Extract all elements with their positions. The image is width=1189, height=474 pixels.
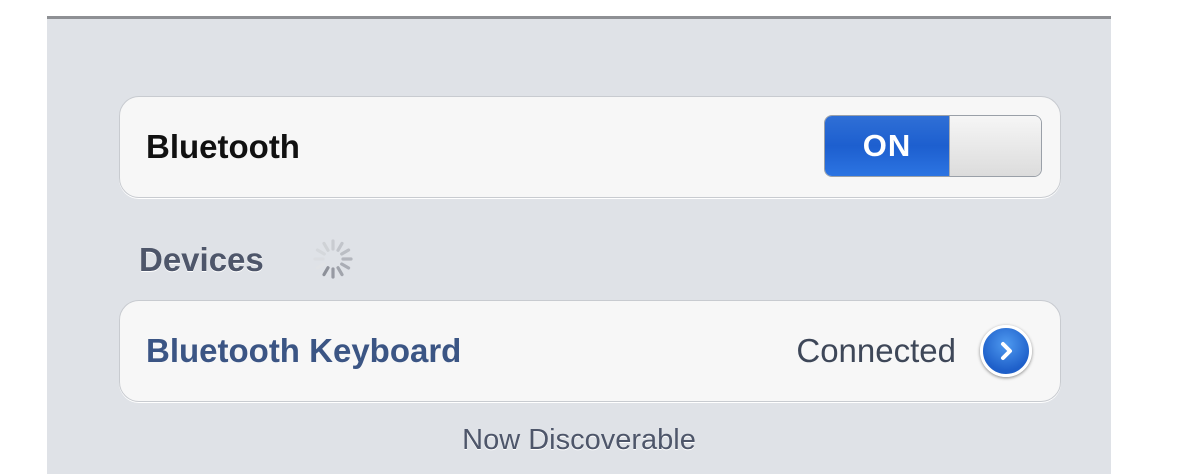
discoverable-status: Now Discoverable: [462, 424, 696, 456]
device-row[interactable]: Bluetooth Keyboard Connected: [120, 301, 1060, 401]
disclosure-chevron-icon[interactable]: [980, 325, 1032, 377]
device-name: Bluetooth Keyboard: [146, 332, 462, 369]
settings-screen: Bluetooth ON Devices Bluetooth Keyboard …: [47, 16, 1111, 474]
loading-spinner-icon: [313, 239, 353, 279]
toggle-on-label: ON: [825, 116, 949, 176]
device-status: Connected: [796, 332, 956, 369]
devices-section-header: Devices: [139, 241, 264, 278]
bluetooth-label: Bluetooth: [146, 128, 300, 165]
toggle-knob: [949, 116, 1041, 176]
devices-group: Bluetooth Keyboard Connected: [119, 300, 1061, 402]
chevron-right-icon: [1001, 342, 1012, 360]
bluetooth-toggle[interactable]: ON: [824, 115, 1042, 177]
bluetooth-group: Bluetooth ON: [119, 96, 1061, 198]
